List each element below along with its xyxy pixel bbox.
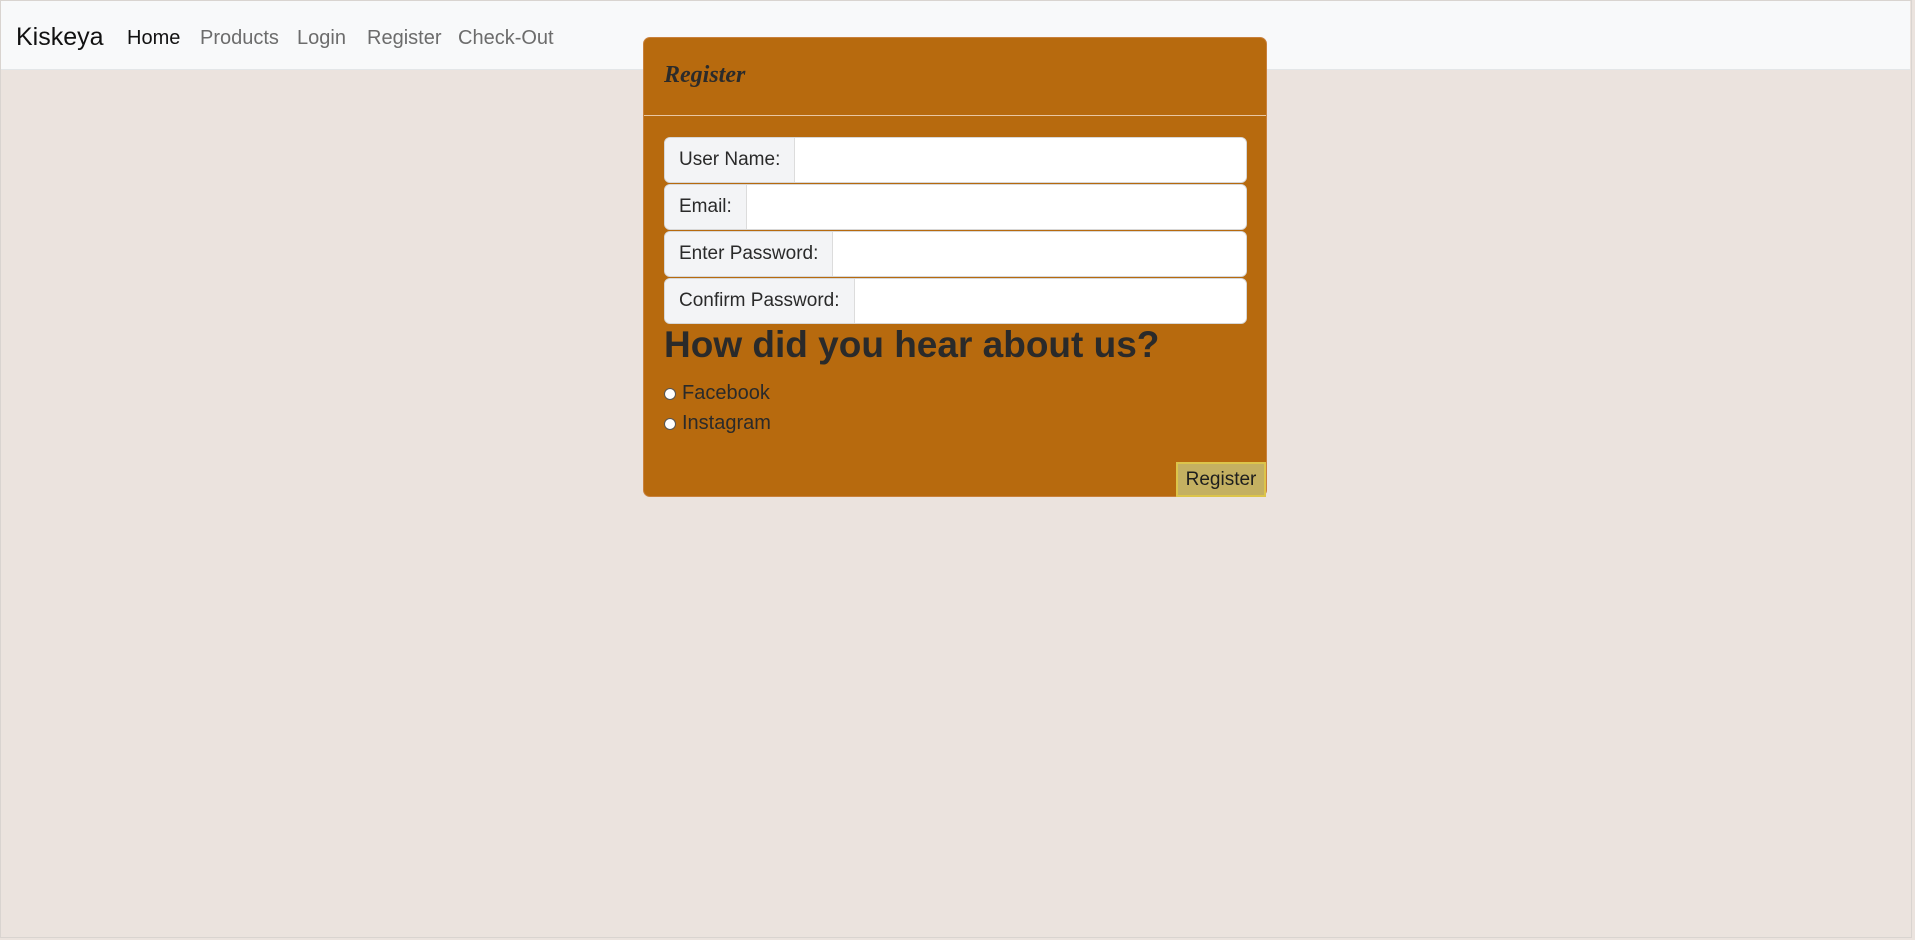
username-input[interactable] — [795, 138, 1246, 182]
confirm-password-input[interactable] — [854, 279, 1246, 323]
facebook-radio[interactable] — [664, 387, 676, 400]
email-input[interactable] — [746, 185, 1246, 229]
referral-question: How did you hear about us? — [664, 324, 1160, 365]
nav-products[interactable]: Products — [200, 27, 279, 50]
nav-register[interactable]: Register — [367, 27, 441, 50]
confirm-password-label: Confirm Password: — [665, 279, 855, 323]
email-group: Email: — [664, 184, 1247, 230]
facebook-label: Facebook — [682, 382, 770, 404]
option-facebook[interactable]: Facebook — [664, 382, 770, 405]
password-group: Enter Password: — [664, 231, 1247, 277]
nav-checkout[interactable]: Check-Out — [458, 27, 554, 50]
nav-login[interactable]: Login — [297, 27, 346, 50]
password-label: Enter Password: — [665, 232, 834, 276]
option-instagram[interactable]: Instagram — [664, 412, 771, 435]
username-group: User Name: — [664, 137, 1247, 183]
email-label: Email: — [665, 185, 747, 229]
register-submit-button[interactable]: Register — [1176, 462, 1266, 497]
instagram-radio[interactable] — [664, 417, 676, 430]
password-input[interactable] — [833, 232, 1246, 276]
instagram-label: Instagram — [682, 412, 771, 434]
card-title: Register — [664, 62, 746, 88]
nav-home[interactable]: Home — [127, 27, 180, 50]
card-header: Register — [644, 38, 1266, 116]
brand-logo[interactable]: Kiskeya — [16, 23, 104, 52]
confirm-password-group: Confirm Password: — [664, 278, 1247, 324]
register-card: Register User Name: Email: Enter Passwor… — [643, 37, 1267, 497]
username-label: User Name: — [665, 138, 796, 182]
